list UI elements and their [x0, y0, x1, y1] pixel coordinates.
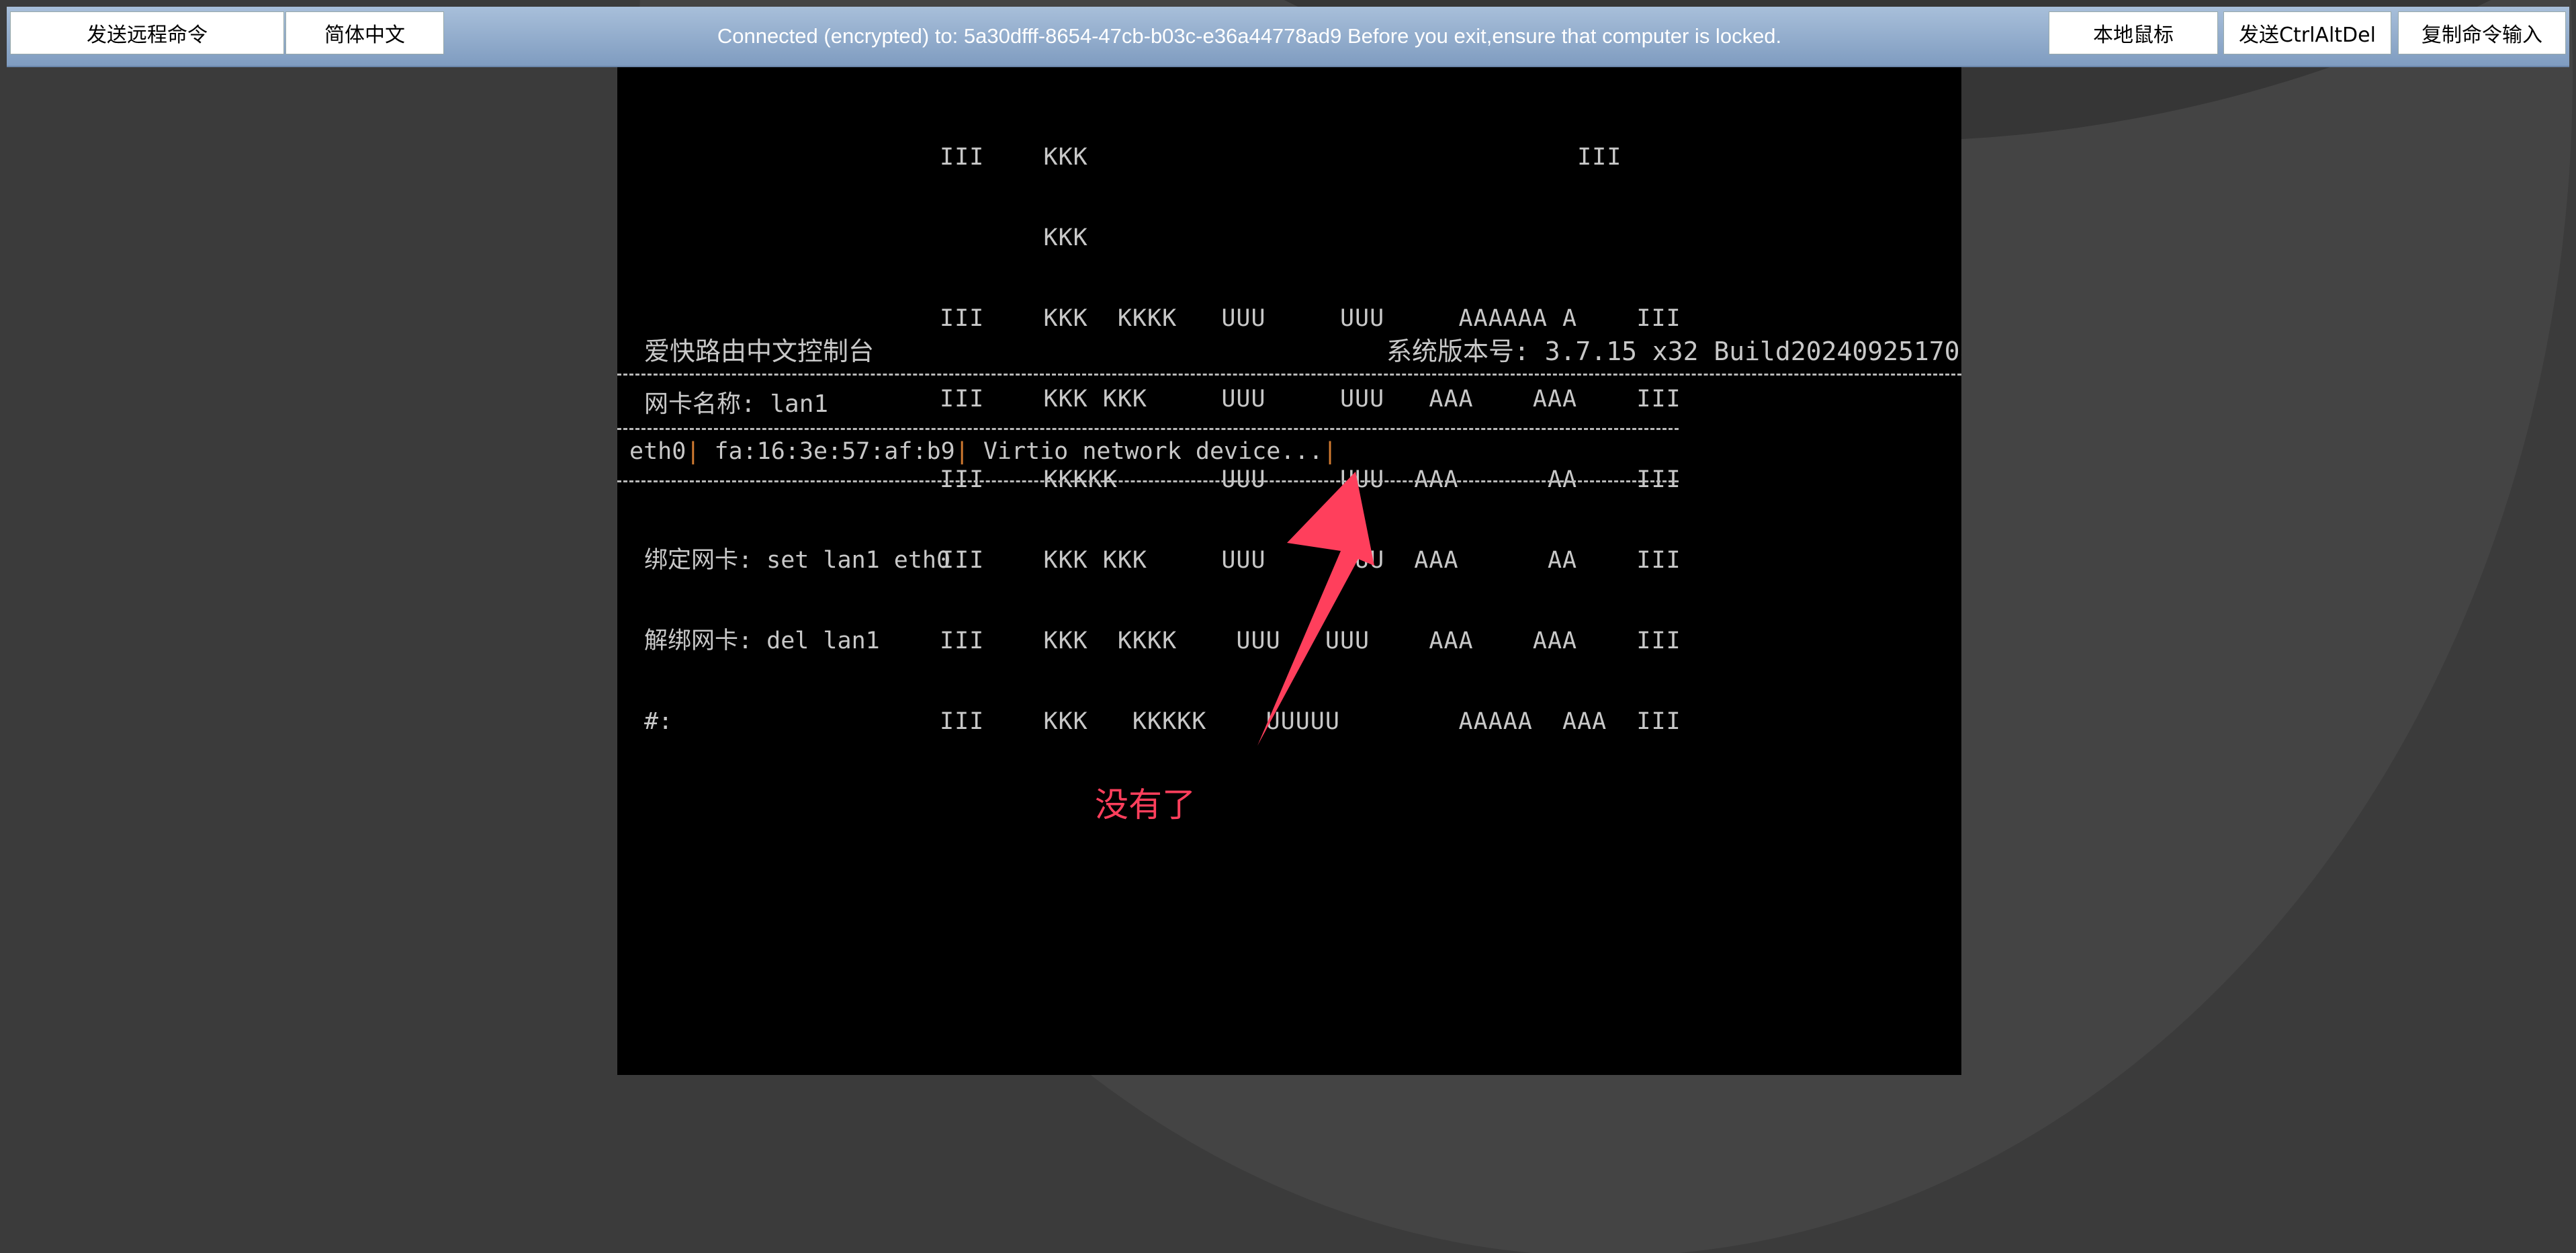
remote-console-page: 发送远程命令 简体中文 Connected (encrypted) to: 5a…	[0, 0, 2576, 1253]
divider	[617, 374, 1961, 376]
interface-description: Virtio network device...	[969, 438, 1323, 465]
logo-line: III KKK III	[940, 144, 1622, 171]
annotation-arrow-icon	[1257, 472, 1374, 746]
separator-icon: |	[686, 438, 701, 465]
bind-command: 绑定网卡: set lan1 eth0	[644, 547, 951, 574]
system-version: 系统版本号: 3.7.15 x32 Build202409251708	[1386, 337, 1961, 366]
connection-status: Connected (encrypted) to: 5a30dfff-8654-…	[717, 24, 1782, 48]
logo-line: III KKK KKK UUU UUU AAA AAA III	[940, 386, 1681, 413]
annotation-text: 没有了	[1095, 785, 1196, 824]
interface-name: eth0	[629, 438, 686, 465]
command-prompt[interactable]: #:	[644, 708, 950, 735]
divider	[617, 428, 1679, 430]
remote-toolbar: 发送远程命令 简体中文 Connected (encrypted) to: 5a…	[7, 7, 2569, 67]
logo-line: KKK	[940, 224, 1088, 251]
send-remote-command-button[interactable]: 发送远程命令	[10, 11, 284, 54]
interface-row: eth0| fa:16:3e:57:af:b9| Virtio network …	[629, 438, 1337, 465]
send-ctrl-alt-del-button[interactable]: 发送CtrlAltDel	[2223, 11, 2391, 54]
unbind-command: 解绑网卡: del lan1	[644, 628, 880, 654]
local-mouse-button[interactable]: 本地鼠标	[2049, 11, 2218, 54]
logo-line: III KKK KKKK UUU UUU AAAAAA A III	[940, 305, 1681, 332]
copy-command-input-button[interactable]: 复制命令输入	[2398, 11, 2566, 54]
language-button[interactable]: 简体中文	[285, 11, 444, 54]
console-title: 爱快路由中文控制台	[644, 337, 875, 366]
separator-icon: |	[1323, 438, 1337, 465]
interface-mac: fa:16:3e:57:af:b9	[700, 438, 955, 465]
command-help: 绑定网卡: set lan1 eth0 解绑网卡: del lan1 #:	[644, 493, 950, 789]
divider	[617, 480, 1679, 482]
nic-name: 网卡名称: lan1	[644, 390, 829, 418]
separator-icon: |	[954, 438, 969, 465]
